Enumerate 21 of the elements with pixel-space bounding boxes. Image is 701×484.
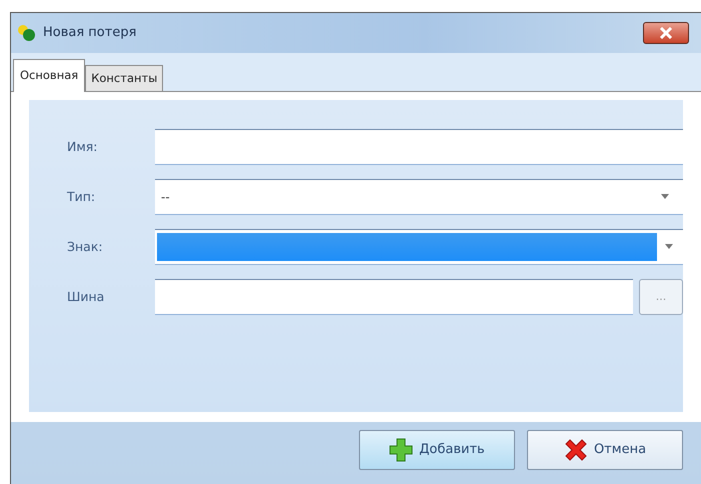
field-label: Имя: <box>67 138 99 156</box>
cancel-button[interactable]: Отмена <box>527 430 683 470</box>
field-label: Тип: <box>67 188 96 206</box>
input-field[interactable] <box>155 129 683 165</box>
add-button[interactable]: Добавить <box>359 430 515 470</box>
dropdown-field[interactable] <box>155 229 683 265</box>
field-label: Знак: <box>67 238 104 256</box>
tab[interactable]: Основная <box>13 58 86 92</box>
field-value: -- <box>161 189 171 206</box>
app-icon <box>17 24 37 42</box>
dropdown-arrow-icon <box>665 244 673 250</box>
close-icon <box>659 27 673 40</box>
close-button[interactable] <box>643 22 689 44</box>
dropdown-field[interactable]: -- <box>155 179 683 215</box>
cross-icon <box>564 438 588 462</box>
window-title: Новая потеря <box>43 24 136 42</box>
input-field[interactable] <box>155 279 633 315</box>
plus-icon <box>389 438 414 462</box>
field-label: Шина <box>67 288 106 306</box>
dropdown-arrow-icon <box>661 194 669 200</box>
tab[interactable]: Константы <box>85 64 164 91</box>
